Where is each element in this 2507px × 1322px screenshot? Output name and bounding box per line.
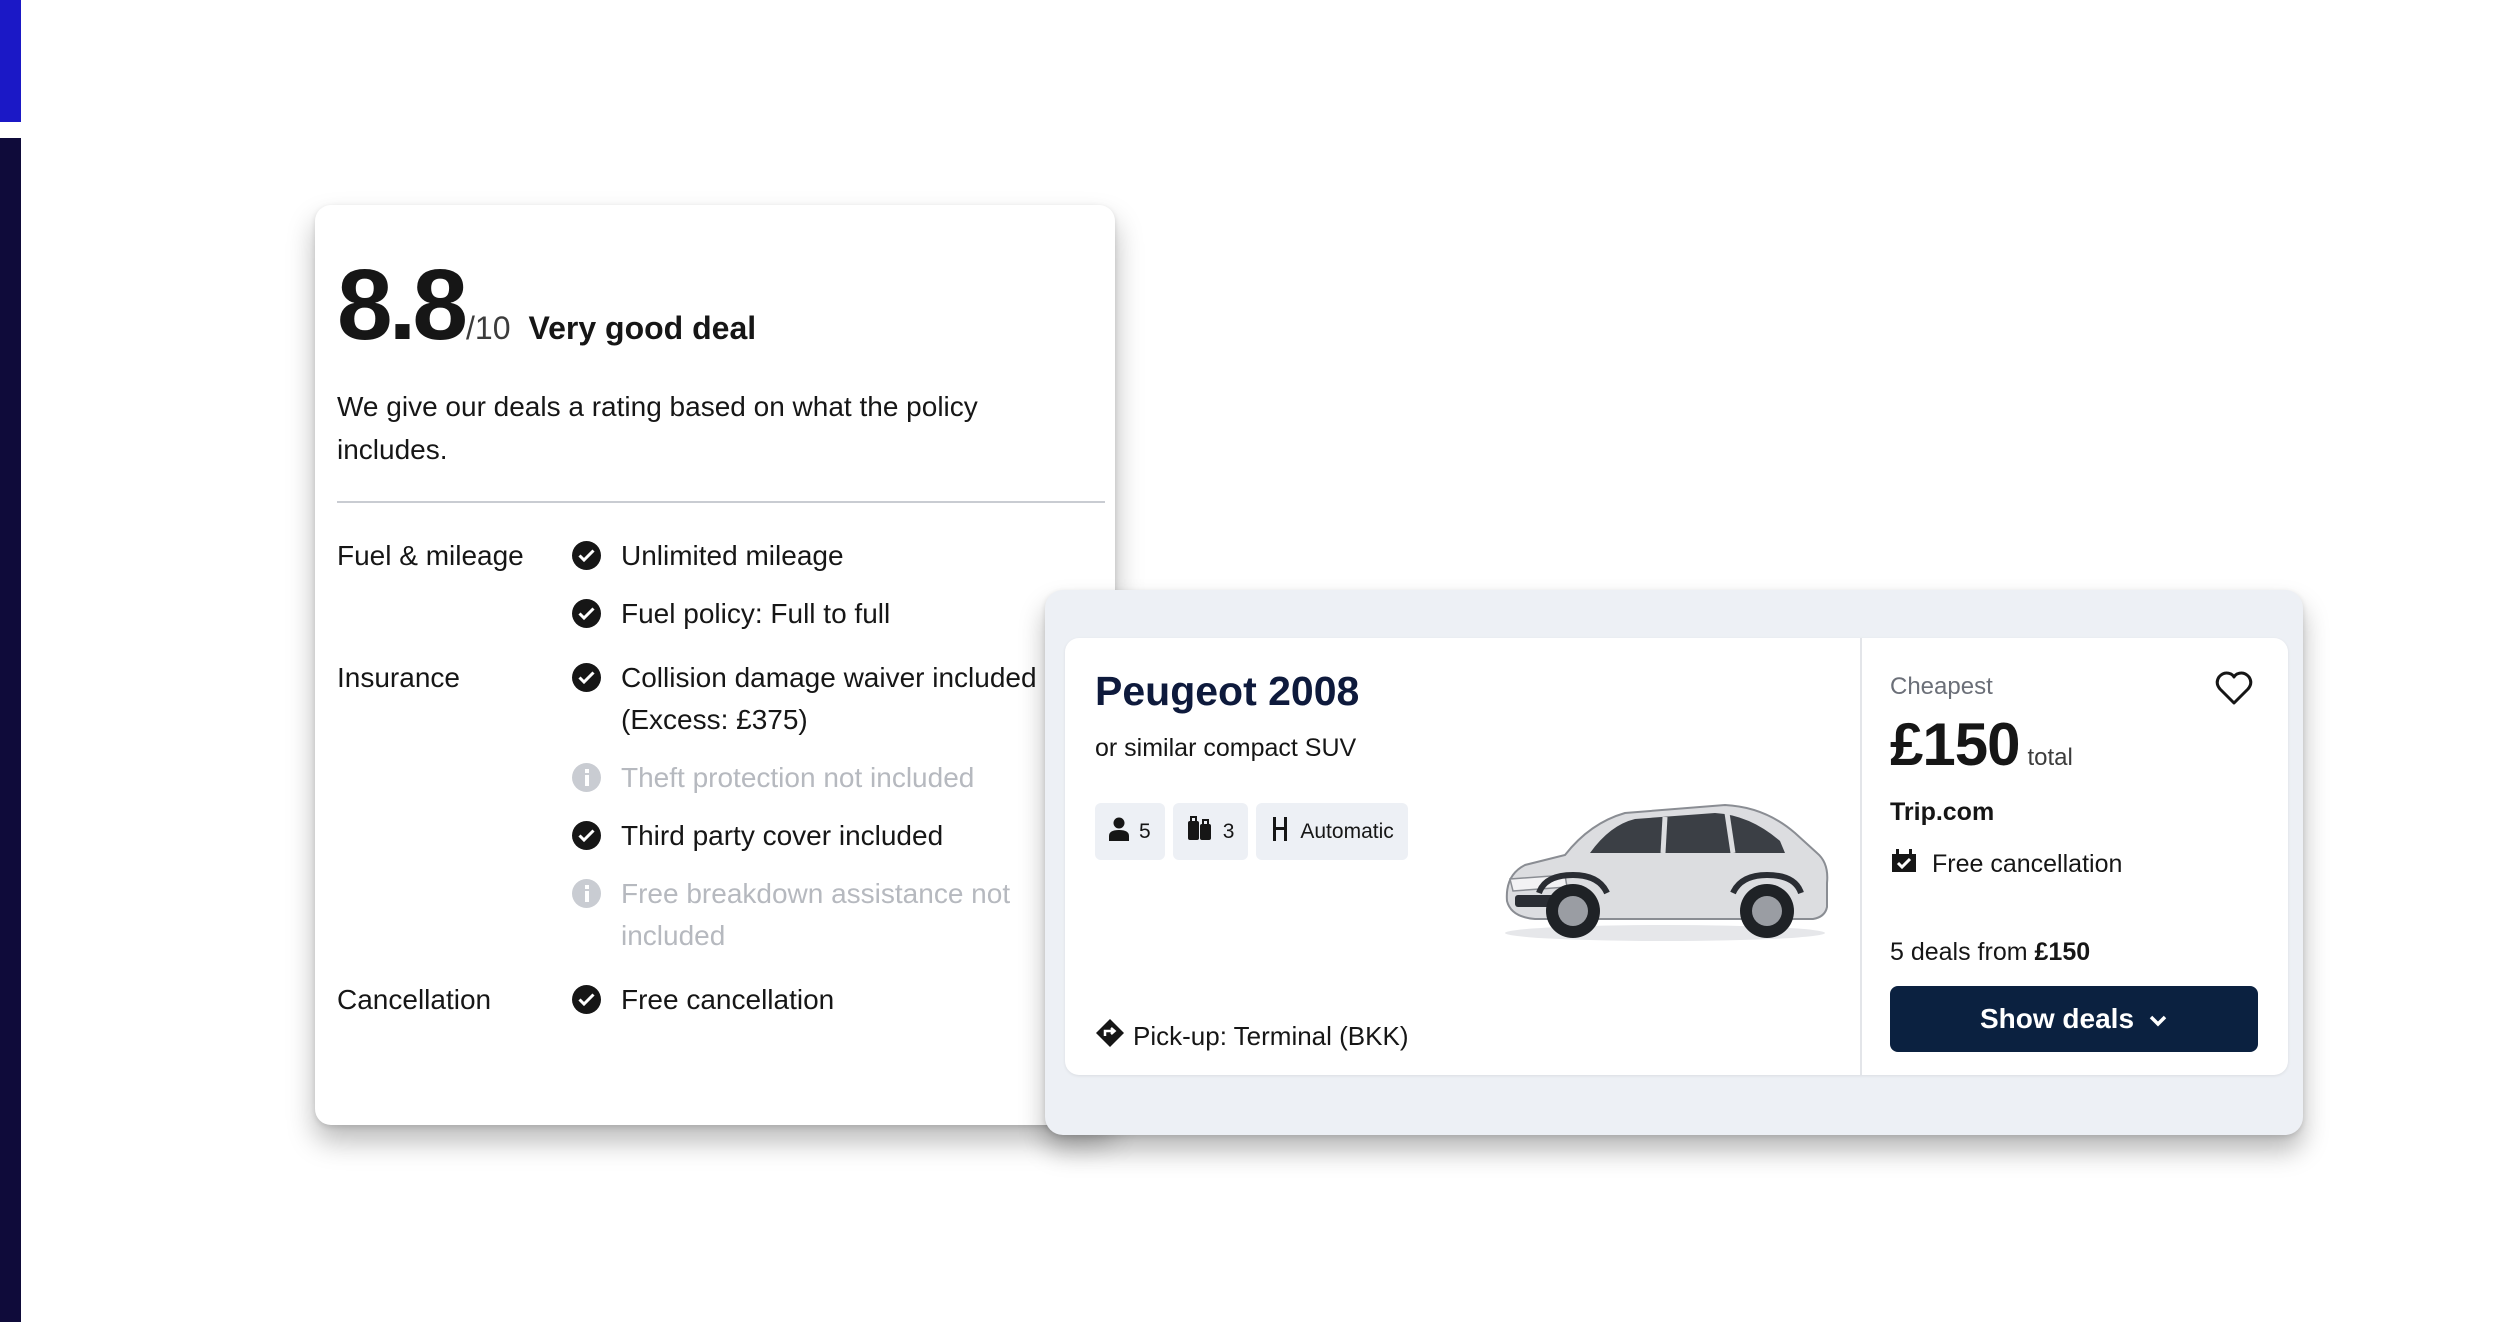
- show-deals-label: Show deals: [1979, 1003, 2135, 1034]
- price-value: £150: [1890, 711, 2020, 778]
- feature-group-cancellation: Cancellation Free cancellation: [337, 979, 1093, 1021]
- price-section: Cheapest £150 total Trip.com Free cancel…: [1862, 638, 2288, 1075]
- pickup-text: Pick-up: Terminal (BKK): [1133, 1021, 1409, 1051]
- rating-description: We give our deals a rating based on what…: [337, 391, 978, 465]
- feature-item: Collision damage waiver included (Excess…: [572, 657, 1093, 741]
- bags-count: 3: [1222, 819, 1235, 843]
- accent-bar-top: [0, 0, 21, 122]
- feature-category-cancellation: Cancellation: [337, 984, 492, 1015]
- provider-name: Trip.com: [1890, 798, 1995, 826]
- deals-count: 5 deals from £150: [1890, 938, 2090, 967]
- calendar-check-icon: [1890, 848, 1918, 881]
- rating-label: Very good deal: [528, 310, 757, 346]
- location-diamond-icon: [1095, 1018, 1125, 1055]
- feature-group-fuel: Fuel & mileage Unlimited mileage Fuel po…: [337, 535, 1093, 635]
- luggage-icon: [1187, 815, 1213, 848]
- cheapest-label: Cheapest: [1890, 673, 1993, 700]
- score-row: 8.8 /10 Very good deal: [337, 255, 1093, 365]
- accent-bar-side: [0, 138, 21, 1322]
- feature-text: Fuel policy: Full to full: [621, 598, 891, 629]
- check-circle-icon: [572, 985, 601, 1014]
- car-image: [1495, 783, 1835, 943]
- pickup-location: Pick-up: Terminal (BKK): [1095, 1018, 1409, 1055]
- feature-text: Third party cover included: [621, 820, 944, 851]
- show-deals-button[interactable]: Show deals: [1890, 986, 2258, 1052]
- transmission-type: Automatic: [1300, 819, 1394, 843]
- person-icon: [1109, 817, 1129, 847]
- deal-rating-card: 8.8 /10 Very good deal We give our deals…: [315, 205, 1115, 1125]
- price-row: £150 total: [1890, 710, 2073, 779]
- feature-text: Theft protection not included: [621, 762, 975, 793]
- spec-transmission: Automatic: [1256, 803, 1408, 860]
- check-circle-icon: [572, 821, 601, 850]
- free-cancellation-row: Free cancellation: [1890, 848, 2122, 881]
- rating-score: 8.8: [337, 249, 468, 361]
- car-deal-card-wrapper: Peugeot 2008 or similar compact SUV 5 3: [1045, 590, 2303, 1135]
- info-circle-icon: [572, 879, 601, 908]
- heart-icon[interactable]: [2214, 668, 2254, 708]
- rating-max: /10: [466, 310, 511, 346]
- car-specs: 5 3 Automatic: [1095, 803, 1408, 860]
- spec-seats: 5: [1095, 803, 1165, 860]
- gearshift-icon: [1270, 816, 1290, 848]
- divider: [337, 501, 1105, 503]
- car-info-section: Peugeot 2008 or similar compact SUV 5 3: [1065, 638, 1860, 1075]
- feature-text: Free cancellation: [621, 984, 835, 1015]
- feature-item: Fuel policy: Full to full: [572, 593, 1093, 635]
- deals-count-text: 5 deals from: [1890, 938, 2035, 966]
- feature-text: Unlimited mileage: [621, 540, 844, 571]
- car-deal-card[interactable]: Peugeot 2008 or similar compact SUV 5 3: [1065, 638, 2288, 1075]
- spec-bags: 3: [1172, 803, 1249, 860]
- check-circle-icon: [572, 541, 601, 570]
- seats-count: 5: [1139, 819, 1151, 843]
- check-circle-icon: [572, 599, 601, 628]
- feature-text: Collision damage waiver included (Excess…: [621, 662, 1037, 735]
- chevron-down-icon: [2148, 1003, 2168, 1035]
- car-name: Peugeot 2008: [1095, 668, 1360, 714]
- price-suffix: total: [2027, 744, 2073, 771]
- feature-item: Theft protection not included: [572, 757, 1093, 799]
- check-circle-icon: [572, 663, 601, 692]
- info-circle-icon: [572, 763, 601, 792]
- feature-item: Third party cover included: [572, 815, 1093, 857]
- feature-group-insurance: Insurance Collision damage waiver includ…: [337, 657, 1093, 957]
- feature-item: Free cancellation: [572, 979, 1093, 1021]
- car-subtitle: or similar compact SUV: [1095, 734, 1357, 762]
- feature-category-fuel: Fuel & mileage: [337, 540, 524, 571]
- feature-category-insurance: Insurance: [337, 662, 460, 693]
- deals-count-price: £150: [2034, 938, 2091, 966]
- feature-text: Free breakdown assistance not included: [621, 878, 1011, 951]
- feature-item: Free breakdown assistance not included: [572, 873, 1093, 957]
- feature-item: Unlimited mileage: [572, 535, 1093, 577]
- free-cancellation-text: Free cancellation: [1932, 850, 2123, 878]
